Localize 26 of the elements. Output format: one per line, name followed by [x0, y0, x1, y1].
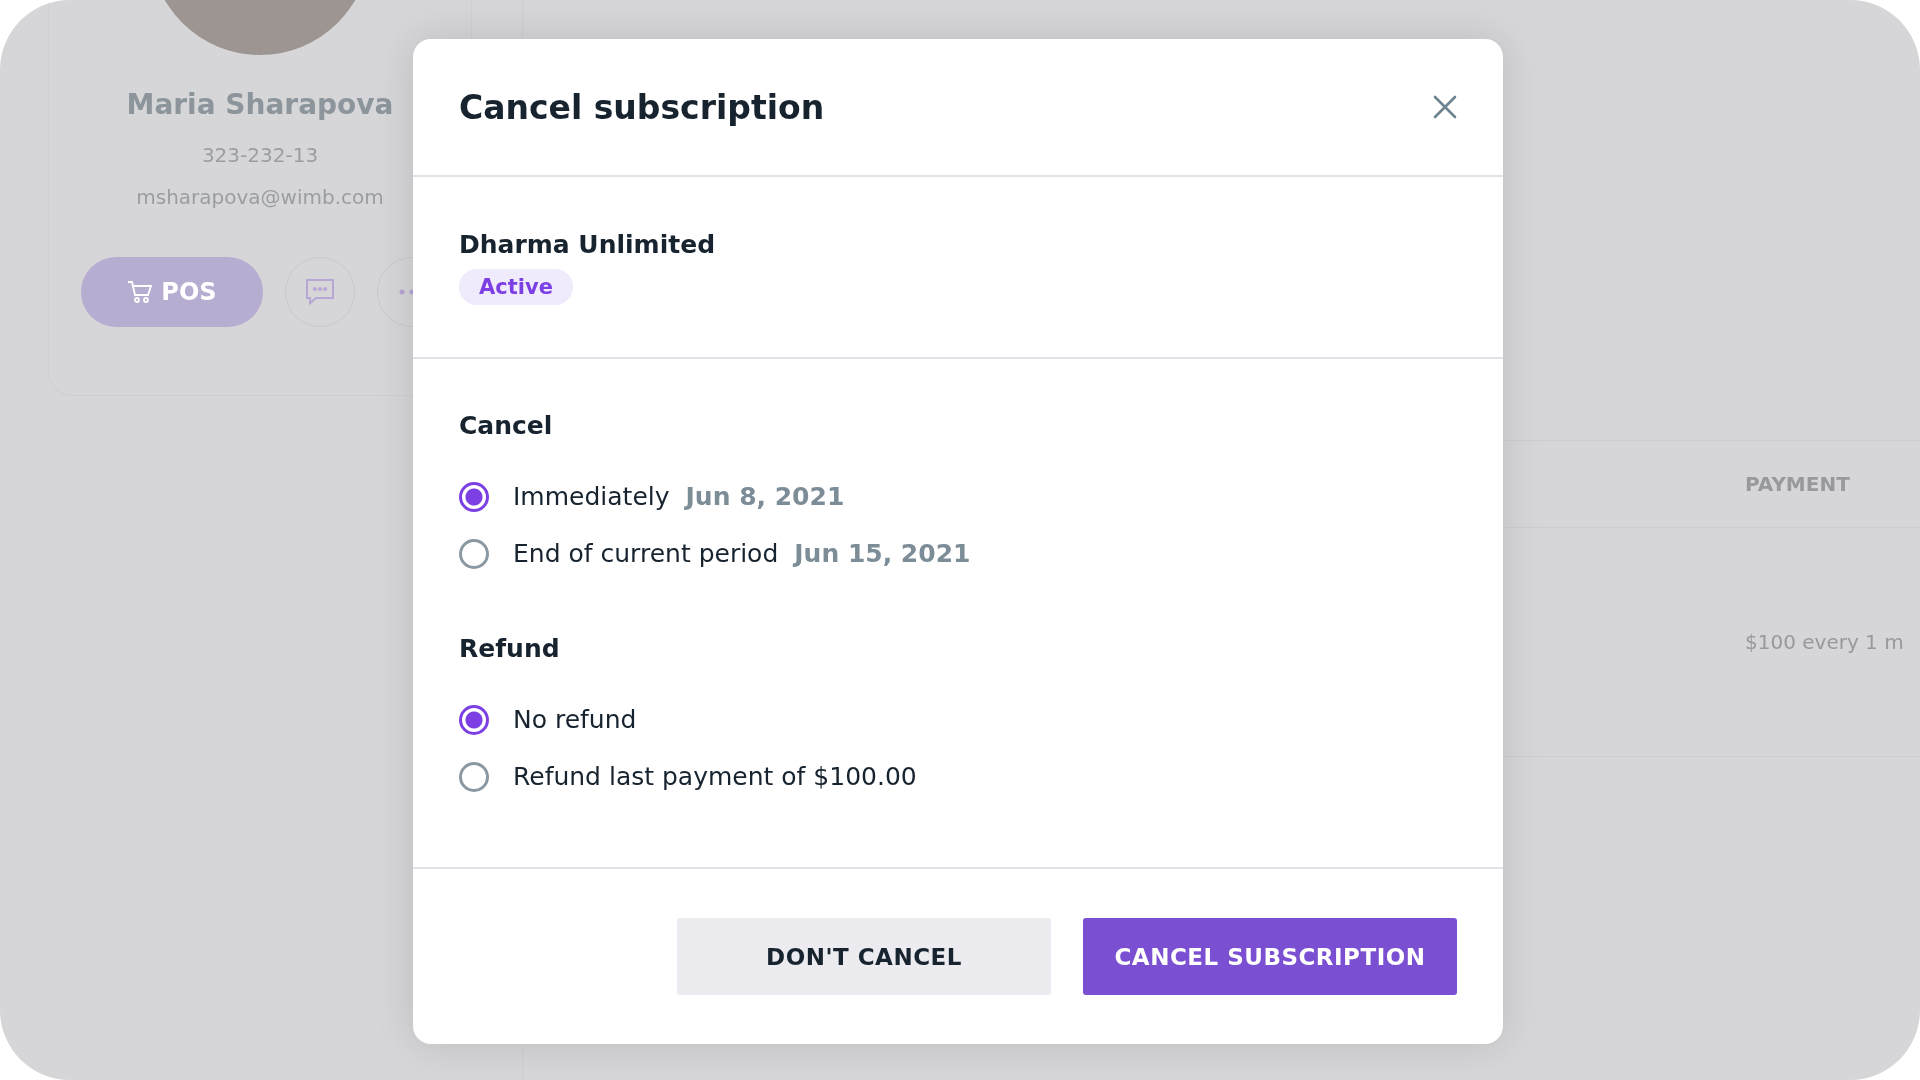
- dialog-title: Cancel subscription: [459, 87, 825, 127]
- radio-option[interactable]: No refund: [459, 691, 1457, 748]
- customer-name: Maria Sharapova: [126, 88, 394, 121]
- radio-option[interactable]: Refund last payment of $100.00: [459, 748, 1457, 805]
- email-address: msharapova@wimb.com: [136, 185, 384, 209]
- option-date: Jun 15, 2021: [794, 539, 971, 568]
- table-cell-text: $100 every 1 m: [1745, 630, 1905, 654]
- status-badge: Active: [459, 268, 573, 305]
- radio-button[interactable]: [459, 704, 489, 735]
- phone-number: 323-232-13: [201, 143, 319, 167]
- option-date: Jun 8, 2021: [685, 482, 845, 511]
- column-header: PAYMENT: [1745, 472, 1851, 496]
- radio-button[interactable]: [459, 481, 489, 512]
- radio-option[interactable]: End of current period Jun 15, 2021: [459, 525, 1457, 582]
- radio-button[interactable]: [459, 538, 489, 569]
- cart-icon: [127, 280, 154, 304]
- dont-cancel-button[interactable]: DON'T CANCEL: [677, 918, 1051, 995]
- section-heading: Cancel: [459, 411, 554, 440]
- plan-name: Dharma Unlimited: [459, 229, 716, 259]
- chat-icon: [304, 278, 336, 306]
- close-icon: [1433, 95, 1457, 119]
- radio-button[interactable]: [459, 761, 489, 792]
- close-button[interactable]: [1433, 95, 1457, 119]
- cancel-subscription-button[interactable]: CANCEL SUBSCRIPTION: [1083, 918, 1457, 995]
- section-heading: Refund: [459, 634, 561, 663]
- radio-option[interactable]: Immediately Jun 8, 2021: [459, 468, 1457, 525]
